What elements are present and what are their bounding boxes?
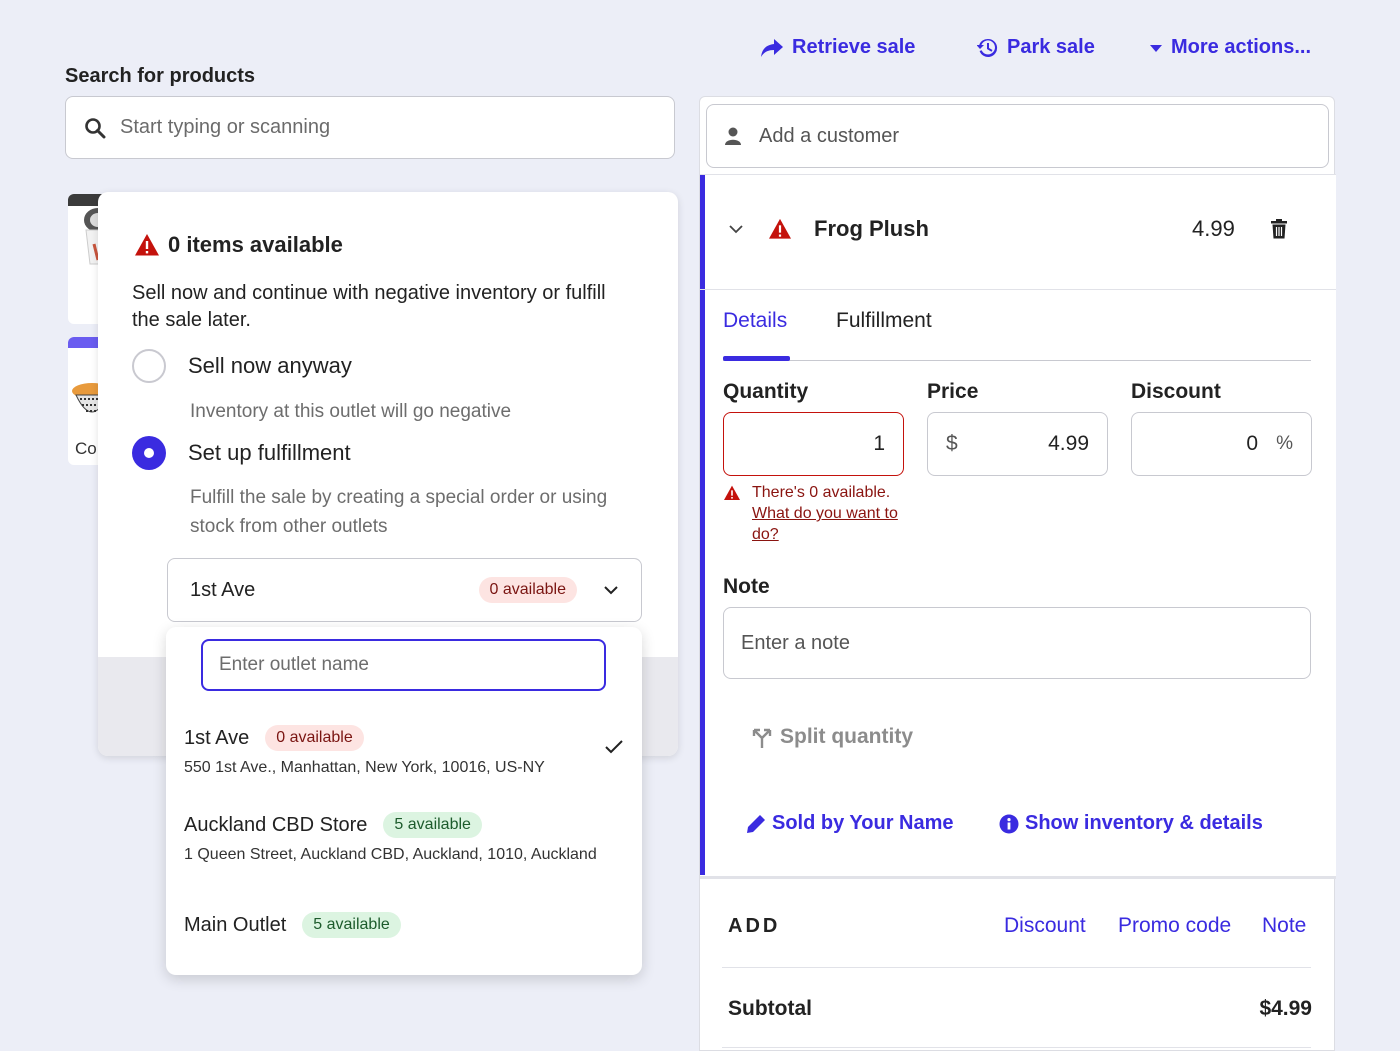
popover-description: Sell now and continue with negative inve… bbox=[132, 282, 606, 331]
divider bbox=[722, 967, 1311, 968]
retrieve-sale-button[interactable]: Retrieve sale bbox=[760, 36, 915, 59]
quantity-field[interactable]: 1 bbox=[723, 412, 904, 476]
search-input[interactable] bbox=[120, 116, 640, 139]
chevron-down-icon[interactable] bbox=[729, 225, 743, 234]
search-field[interactable] bbox=[65, 96, 675, 159]
warning-icon bbox=[135, 234, 159, 256]
outlet-option[interactable]: 1st Ave 0 available 550 1st Ave., Manhat… bbox=[184, 725, 624, 777]
line-item-name: Frog Plush bbox=[814, 216, 929, 241]
fulfillment-label: Set up fulfillment bbox=[188, 440, 351, 465]
outlet-option[interactable]: Main Outlet 5 available bbox=[184, 912, 624, 938]
subtotal-label: Subtotal bbox=[728, 997, 812, 1020]
note-field[interactable]: Enter a note bbox=[723, 607, 1311, 679]
outlet-select[interactable]: 1st Ave 0 available bbox=[167, 558, 642, 622]
divider bbox=[722, 1047, 1311, 1048]
check-icon bbox=[605, 740, 623, 754]
add-label: ADD bbox=[728, 915, 781, 937]
quantity-error-link[interactable]: What do you want to do? bbox=[752, 503, 902, 545]
search-label: Search for products bbox=[65, 65, 256, 87]
split-quantity-button[interactable]: Split quantity bbox=[750, 725, 913, 749]
active-tab-indicator bbox=[723, 356, 790, 361]
sell-now-option[interactable]: Sell now anyway bbox=[132, 349, 352, 383]
add-customer-placeholder: Add a customer bbox=[759, 124, 900, 147]
note-label: Note bbox=[723, 575, 770, 598]
chevron-down-icon bbox=[604, 586, 618, 595]
add-customer-field[interactable]: Add a customer bbox=[706, 104, 1329, 168]
split-icon bbox=[752, 728, 772, 748]
sold-by-link[interactable]: Sold by Your Name bbox=[746, 812, 954, 835]
subtotal-value: $4.99 bbox=[1259, 997, 1312, 1020]
line-item-tabs: Details Fulfillment bbox=[723, 303, 1311, 361]
trash-icon[interactable] bbox=[1270, 219, 1288, 239]
note-placeholder: Enter a note bbox=[741, 631, 850, 654]
park-sale-button[interactable]: Park sale bbox=[977, 36, 1095, 59]
outlet-option-address: 550 1st Ave., Manhattan, New York, 10016… bbox=[184, 759, 545, 776]
discount-value: 0 bbox=[1246, 432, 1259, 455]
tab-fulfillment[interactable]: Fulfillment bbox=[836, 309, 932, 333]
sell-now-label: Sell now anyway bbox=[188, 353, 352, 378]
info-icon bbox=[999, 814, 1019, 833]
user-icon bbox=[725, 127, 741, 145]
fulfillment-radio[interactable] bbox=[132, 436, 166, 470]
price-field[interactable]: $ 4.99 bbox=[927, 412, 1108, 476]
split-quantity-label: Split quantity bbox=[780, 725, 913, 748]
discount-label: Discount bbox=[1131, 380, 1221, 403]
quantity-error-text: There's 0 available. bbox=[752, 484, 891, 501]
add-note-link[interactable]: Note bbox=[1262, 914, 1306, 938]
price-value: 4.99 bbox=[1048, 432, 1089, 455]
outlet-option-badge: 5 available bbox=[302, 912, 401, 938]
line-item-header[interactable]: Frog Plush 4.99 bbox=[700, 175, 1336, 290]
history-icon bbox=[977, 38, 998, 57]
retrieve-sale-label: Retrieve sale bbox=[792, 36, 916, 58]
caret-down-icon bbox=[1150, 44, 1162, 52]
quantity-error: There's 0 available. What do you want to… bbox=[752, 482, 902, 545]
outlet-dropdown: 1st Ave 0 available 550 1st Ave., Manhat… bbox=[166, 627, 642, 975]
error-icon bbox=[724, 485, 740, 500]
sale-panel: Add a customer Frog Plush 4.99 Details F… bbox=[699, 96, 1336, 1051]
selected-outlet-badge: 0 available bbox=[478, 577, 577, 603]
discount-unit: % bbox=[1276, 433, 1293, 454]
price-currency: $ bbox=[946, 432, 958, 455]
outlet-option[interactable]: Auckland CBD Store 5 available 1 Queen S… bbox=[184, 812, 624, 864]
show-inventory-label: Show inventory & details bbox=[1025, 812, 1263, 834]
outlet-option-name: Auckland CBD Store bbox=[184, 813, 368, 836]
outlet-option-name: 1st Ave bbox=[184, 726, 250, 749]
price-label: Price bbox=[927, 380, 979, 403]
quantity-label: Quantity bbox=[723, 380, 809, 403]
outlet-option-badge: 5 available bbox=[383, 812, 482, 838]
outlet-option-name: Main Outlet bbox=[184, 913, 287, 936]
line-item: Frog Plush 4.99 Details Fulfillment Quan… bbox=[700, 174, 1336, 876]
popover-title: 0 items available bbox=[134, 232, 343, 258]
search-icon bbox=[85, 117, 106, 138]
add-discount-link[interactable]: Discount bbox=[1004, 914, 1086, 938]
more-actions-button[interactable]: More actions... bbox=[1149, 36, 1311, 59]
add-section: ADD Discount Promo code Note Subtotal $4… bbox=[700, 876, 1336, 1051]
share-arrow-icon bbox=[761, 38, 783, 57]
show-inventory-link[interactable]: Show inventory & details bbox=[999, 812, 1263, 835]
pencil-icon bbox=[747, 814, 765, 833]
product-tile-label: Co bbox=[75, 439, 97, 458]
popover-title-text: 0 items available bbox=[168, 232, 343, 257]
sold-by-label: Sold by Your Name bbox=[772, 812, 954, 834]
discount-field[interactable]: 0 % bbox=[1131, 412, 1312, 476]
line-item-price: 4.99 bbox=[1192, 216, 1235, 241]
tab-details[interactable]: Details bbox=[723, 309, 787, 333]
quantity-value: 1 bbox=[873, 432, 885, 455]
fulfillment-hint: Fulfill the sale by creating a special o… bbox=[190, 487, 608, 537]
fulfillment-option[interactable]: Set up fulfillment bbox=[132, 436, 351, 470]
more-actions-label: More actions... bbox=[1171, 36, 1312, 58]
outlet-search-input[interactable] bbox=[201, 639, 606, 691]
outlet-option-badge: 0 available bbox=[265, 725, 364, 751]
sell-now-hint: Inventory at this outlet will go negativ… bbox=[190, 401, 512, 422]
selected-outlet-name: 1st Ave bbox=[190, 578, 256, 601]
add-promo-code-link[interactable]: Promo code bbox=[1118, 914, 1231, 938]
warning-icon bbox=[769, 218, 791, 239]
park-sale-label: Park sale bbox=[1007, 36, 1095, 58]
sell-now-radio[interactable] bbox=[132, 349, 166, 383]
outlet-option-address: 1 Queen Street, Auckland CBD, Auckland, … bbox=[184, 846, 597, 863]
